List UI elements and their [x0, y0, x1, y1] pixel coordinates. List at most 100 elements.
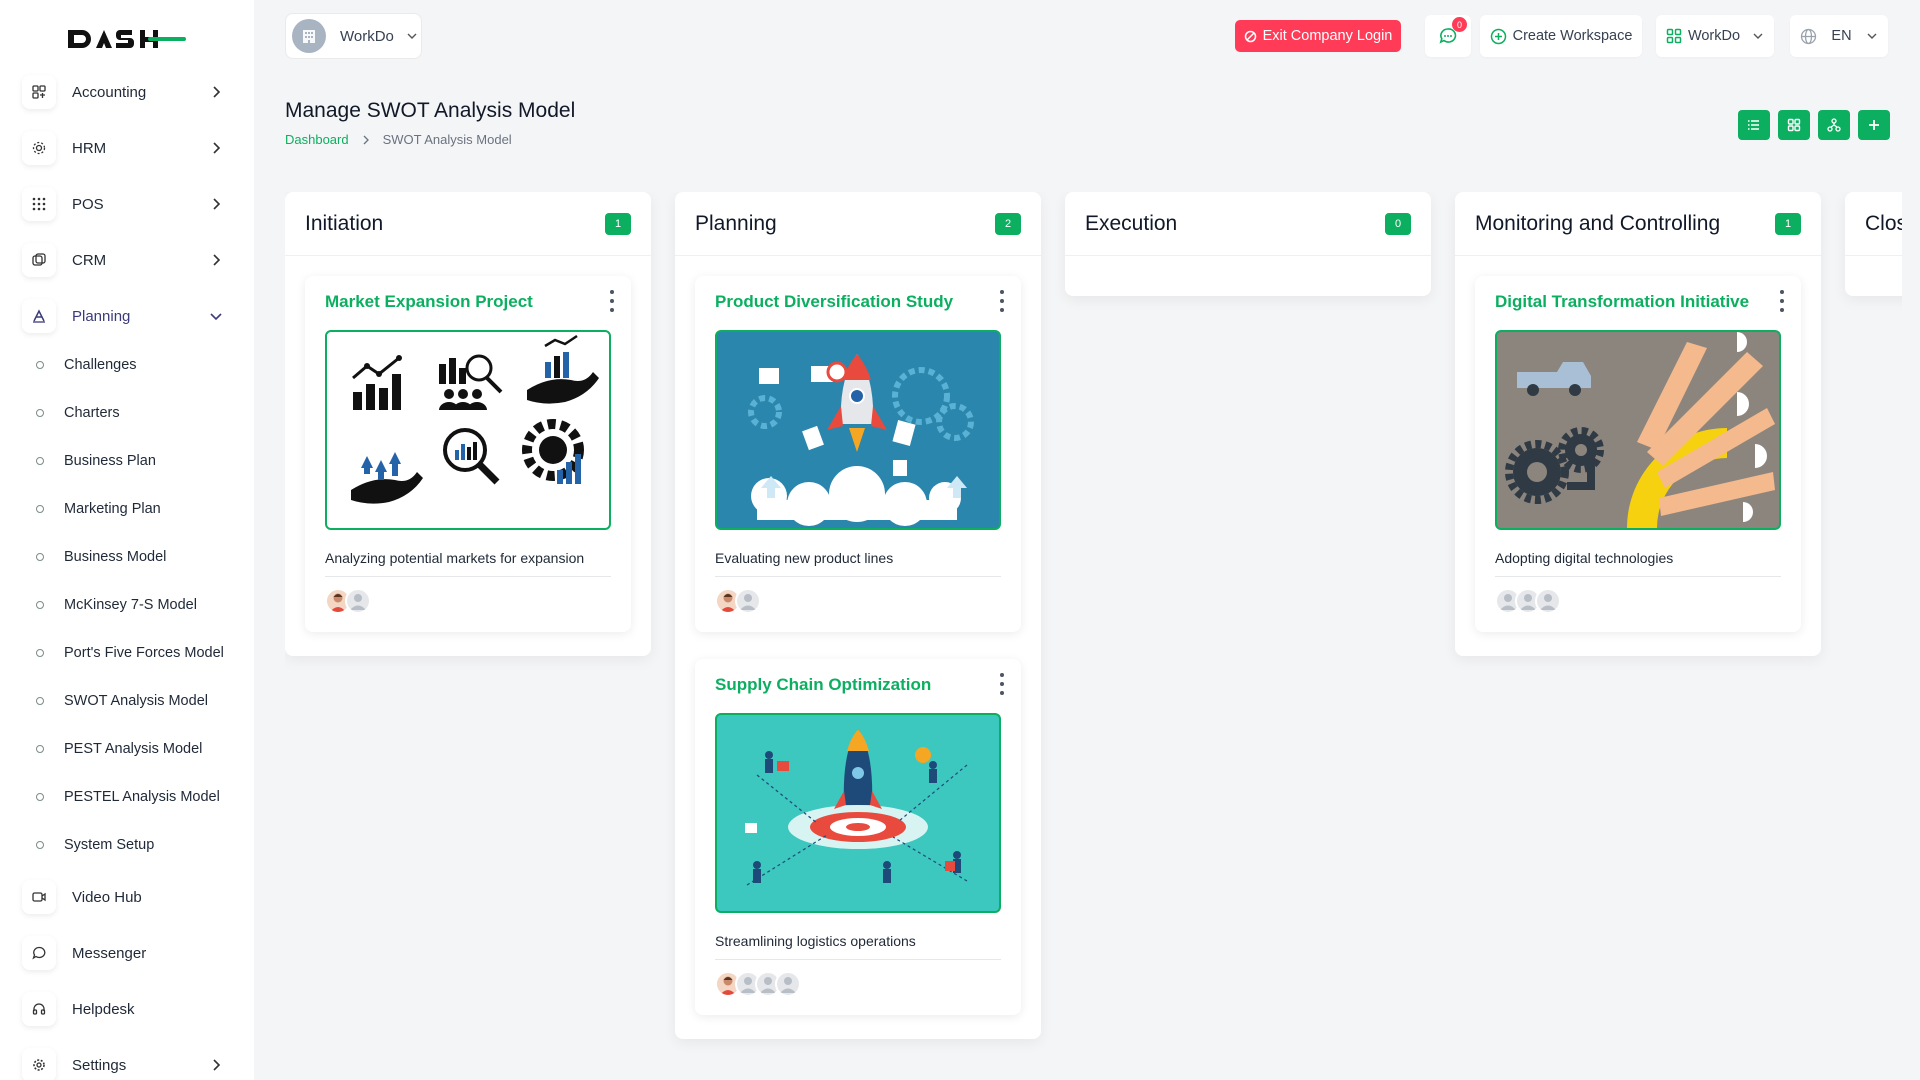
exit-company-login-button[interactable]: Exit Company Login: [1235, 20, 1401, 52]
card-title[interactable]: Market Expansion Project: [325, 292, 533, 312]
column-title: Monitoring and Controlling: [1475, 211, 1721, 235]
sidebar-item-video-hub[interactable]: Video Hub: [22, 877, 232, 917]
sidebar-item-planning[interactable]: Planning: [22, 296, 232, 336]
card-title[interactable]: Product Diversification Study: [715, 292, 953, 312]
column-title: Clos: [1865, 211, 1902, 235]
column-header: Initiation 1: [285, 192, 651, 256]
headset-icon: [22, 992, 56, 1026]
workspace-dropdown[interactable]: WorkDo: [1656, 15, 1774, 57]
sidebar-subitem-marketing-plan[interactable]: Marketing Plan: [36, 496, 161, 522]
sidebar-item-pos[interactable]: POS: [22, 184, 232, 224]
subitem-label: System Setup: [64, 837, 155, 853]
chevron-down-icon: [407, 33, 417, 39]
chevron-down-icon: [1753, 33, 1763, 39]
accounting-icon: [22, 75, 56, 109]
bullet-icon: [36, 601, 44, 609]
more-options-icon[interactable]: [607, 290, 617, 312]
card-product-diversification[interactable]: Product Diversification Study Evaluating…: [695, 276, 1021, 632]
sidebar-item-helpdesk[interactable]: Helpdesk: [22, 989, 232, 1029]
create-workspace-button[interactable]: Create Workspace: [1480, 15, 1642, 57]
bullet-icon: [36, 649, 44, 657]
sidebar-subitem-swot[interactable]: SWOT Analysis Model: [36, 688, 208, 714]
add-button[interactable]: [1858, 110, 1890, 140]
sidebar-subitem-pest[interactable]: PEST Analysis Model: [36, 736, 202, 762]
column-monitoring-controlling: Monitoring and Controlling 1 Digital Tra…: [1455, 192, 1821, 656]
subitem-label: Charters: [64, 405, 120, 421]
card-digital-transformation[interactable]: Digital Transformation Initiative Adopti…: [1475, 276, 1801, 632]
column-count-badge: 0: [1385, 213, 1411, 235]
breadcrumb-current: SWOT Analysis Model: [382, 132, 512, 147]
messages-button[interactable]: 0: [1425, 15, 1471, 57]
column-initiation: Initiation 1 Market Expansion Project An…: [285, 192, 651, 656]
sidebar-item-settings[interactable]: Settings: [22, 1045, 232, 1080]
column-planning: Planning 2 Product Diversification Study: [675, 192, 1041, 1039]
assignees: [325, 588, 371, 614]
subitem-label: PEST Analysis Model: [64, 741, 203, 757]
sidebar-subitem-five-forces[interactable]: Port's Five Forces Model: [36, 640, 224, 666]
sidebar-subitem-charters[interactable]: Charters: [36, 400, 120, 426]
column-header: Execution 0: [1065, 192, 1431, 256]
plus-circle-icon: [1490, 28, 1506, 44]
column-title: Planning: [695, 211, 777, 235]
sidebar-item-label: POS: [72, 195, 104, 213]
plus-icon: [1869, 120, 1879, 130]
card-title[interactable]: Digital Transformation Initiative: [1495, 292, 1749, 312]
card-image-gears-paper: [1495, 330, 1781, 530]
chevron-right-icon: [213, 142, 221, 154]
sidebar-item-label: Planning: [72, 307, 131, 325]
sidebar-item-label: CRM: [72, 251, 107, 269]
sidebar-item-messenger[interactable]: Messenger: [22, 933, 232, 973]
card-divider: [715, 576, 1001, 577]
sidebar-item-accounting[interactable]: Accounting: [22, 72, 232, 112]
column-count-badge: 1: [1775, 213, 1801, 235]
list-view-button[interactable]: [1738, 110, 1770, 140]
column-header: Monitoring and Controlling 1: [1455, 192, 1821, 256]
assignees: [715, 971, 801, 997]
video-icon: [22, 880, 56, 914]
sidebar-subitem-system-setup[interactable]: System Setup: [36, 832, 154, 858]
sidebar-subitem-business-model[interactable]: Business Model: [36, 544, 166, 570]
sidebar-item-crm[interactable]: CRM: [22, 240, 232, 280]
sidebar-subitem-pestel[interactable]: PESTEL Analysis Model: [36, 784, 220, 810]
chevron-right-icon: [213, 1059, 221, 1071]
card-description: Adopting digital technologies: [1495, 550, 1674, 566]
card-divider: [325, 576, 611, 577]
workspace-name: WorkDo: [340, 27, 394, 45]
page-title: Manage SWOT Analysis Model: [285, 99, 576, 122]
column-count-badge: 1: [605, 213, 631, 235]
card-supply-chain[interactable]: Supply Chain Optimization Streamlining l…: [695, 659, 1021, 1015]
sidebar-item-label: Helpdesk: [72, 1000, 135, 1018]
more-options-icon[interactable]: [997, 673, 1007, 695]
workspace-dropdown-label: WorkDo: [1687, 28, 1741, 44]
chevron-right-icon: [363, 135, 369, 144]
card-image-rocket-launch: [715, 330, 1001, 530]
dash-logo[interactable]: [64, 24, 188, 54]
user-avatar[interactable]: [775, 971, 801, 997]
sitemap-icon: [1827, 118, 1841, 132]
grid-view-button[interactable]: [1778, 110, 1810, 140]
globe-icon: [1801, 28, 1817, 44]
ban-icon: [1244, 30, 1256, 42]
sidebar-subitem-challenges[interactable]: Challenges: [36, 352, 137, 378]
user-avatar[interactable]: [735, 588, 761, 614]
sidebar-subitem-business-plan[interactable]: Business Plan: [36, 448, 156, 474]
sidebar-subitem-mckinsey[interactable]: McKinsey 7-S Model: [36, 592, 197, 618]
column-execution: Execution 0: [1065, 192, 1431, 296]
column-title: Execution: [1085, 211, 1178, 235]
language-dropdown[interactable]: EN: [1790, 15, 1888, 57]
user-avatar[interactable]: [345, 588, 371, 614]
card-title[interactable]: Supply Chain Optimization: [715, 675, 931, 695]
exit-label: Exit Company Login: [1262, 28, 1393, 44]
more-options-icon[interactable]: [1777, 290, 1787, 312]
apps-icon: [1666, 28, 1682, 44]
breadcrumb-dashboard-link[interactable]: Dashboard: [285, 132, 349, 147]
user-avatar[interactable]: [1535, 588, 1561, 614]
sidebar-item-hrm[interactable]: HRM: [22, 128, 232, 168]
bullet-icon: [36, 697, 44, 705]
card-image-team-rocket: [715, 713, 1001, 913]
workspace-switcher[interactable]: WorkDo: [285, 13, 422, 59]
more-options-icon[interactable]: [997, 290, 1007, 312]
card-market-expansion[interactable]: Market Expansion Project Analyzing poten…: [305, 276, 631, 632]
sidebar-item-label: Messenger: [72, 944, 147, 962]
kanban-view-button[interactable]: [1818, 110, 1850, 140]
